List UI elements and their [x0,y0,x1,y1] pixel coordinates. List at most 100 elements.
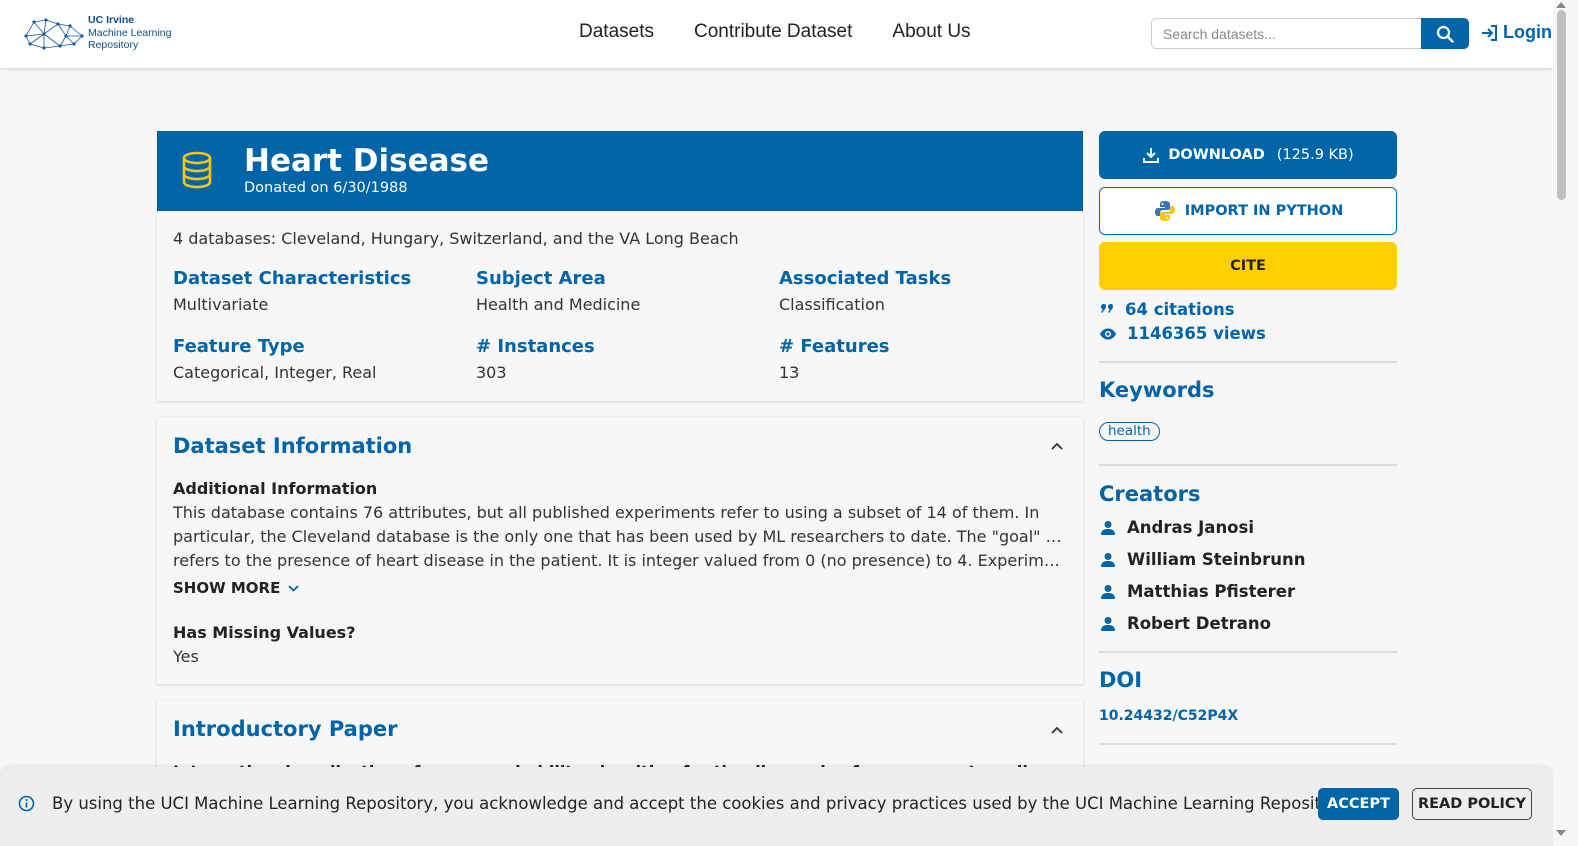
logo-line-1: UC Irvine [88,14,135,26]
info-line-1: This database contains 76 attributes, bu… [173,503,1040,522]
attr-label: # Features [779,336,890,357]
download-size: (125.9 KB) [1276,147,1354,163]
logo-text: UC Irvine Machine Learning Repository [88,14,171,52]
scrollbar-thumb[interactable] [1557,10,1566,200]
accept-button[interactable]: ACCEPT [1318,788,1399,820]
views-stat: 1146365 views [1099,324,1266,343]
creator-item: Andras Janosi [1100,518,1254,537]
person-icon [1101,552,1115,567]
cookie-message: By using the UCI Machine Learning Reposi… [52,794,1351,813]
login-link[interactable]: Login [1480,22,1552,43]
attr-label: Subject Area [476,268,606,289]
attr-dataset-characteristics: Dataset Characteristics Multivariate [173,268,411,314]
info-icon [18,795,35,812]
creator-name: Andras Janosi [1127,518,1254,537]
attr-value: Categorical, Integer, Real [173,363,377,382]
donation-date: Donated on 6/30/1988 [244,180,408,196]
introductory-paper-title: Introductory Paper [173,717,398,741]
keyword-tag[interactable]: health [1099,422,1160,441]
additional-information-label: Additional Information [173,479,378,498]
quote-icon [1101,303,1113,313]
logo-line-2: Machine Learning [88,26,172,39]
main-nav: Datasets Contribute Dataset About Us [579,21,971,43]
dataset-information-card: Dataset Information Additional Informati… [157,417,1083,684]
nav-contribute-dataset[interactable]: Contribute Dataset [694,21,852,43]
dataset-information-title: Dataset Information [173,434,413,458]
scroll-down-arrow-icon[interactable] [1556,830,1566,836]
import-in-python-button[interactable]: IMPORT IN PYTHON [1099,187,1397,235]
dataset-description: 4 databases: Cleveland, Hungary, Switzer… [173,229,739,248]
person-icon [1101,584,1115,599]
creator-item: William Steinbrunn [1100,550,1305,569]
attr-label: Associated Tasks [779,268,952,289]
chevron-down-icon [288,584,299,592]
creator-item: Robert Detrano [1100,614,1271,633]
read-policy-button[interactable]: READ POLICY [1412,788,1532,820]
views-count: 1146365 views [1127,324,1266,343]
import-label: IMPORT IN PYTHON [1184,203,1344,219]
search-icon [1436,25,1454,43]
info-line-2: particular, the Cleveland database is th… [173,527,1066,546]
login-label: Login [1503,22,1552,42]
chevron-up-icon[interactable] [1051,442,1063,450]
attr-value: Multivariate [173,295,269,314]
sidebar-divider [1099,743,1397,745]
nav-about-us[interactable]: About Us [892,21,970,43]
show-more-button[interactable]: SHOW MORE [173,579,299,597]
network-logo-icon [24,18,84,50]
show-more-label: SHOW MORE [173,579,281,597]
doi-title: DOI [1099,668,1143,692]
search-button[interactable] [1421,18,1469,49]
person-icon [1101,520,1115,535]
logo-line-3: Repository [88,39,139,51]
attr-associated-tasks: Associated Tasks Classification [779,268,951,314]
person-icon [1101,616,1115,631]
attr-instances: # Instances 303 [476,336,595,382]
login-icon [1482,24,1497,41]
citations-stat[interactable]: 64 citations [1099,300,1235,319]
missing-values-label: Has Missing Values? [173,623,356,642]
chevron-up-icon[interactable] [1051,726,1063,734]
attr-label: Dataset Characteristics [173,268,412,289]
additional-information-text: This database contains 76 attributes, bu… [173,501,1066,573]
dataset-title-banner: Heart Disease Donated on 6/30/1988 [157,131,1083,211]
sidebar-divider [1099,361,1397,363]
cite-label: CITE [1230,258,1266,274]
cookie-banner: By using the UCI Machine Learning Reposi… [0,767,1553,846]
python-icon [1154,201,1175,221]
attr-label: Feature Type [173,336,305,357]
keywords-title: Keywords [1099,378,1215,402]
download-label: DOWNLOAD [1168,147,1265,163]
uci-logo[interactable]: UC Irvine Machine Learning Repository [24,14,184,54]
download-button[interactable]: DOWNLOAD (125.9 KB) [1099,131,1397,179]
attr-label: # Instances [476,336,595,357]
creator-name: Matthias Pfisterer [1127,582,1296,601]
download-icon [1143,148,1160,163]
database-icon [182,151,212,189]
dataset-title: Heart Disease [244,143,490,179]
cite-button[interactable]: CITE [1099,242,1397,290]
top-navbar: UC Irvine Machine Learning Repository Da… [0,0,1553,68]
attr-value: 303 [476,363,507,382]
attr-feature-type: Feature Type Categorical, Integer, Real [173,336,377,382]
doi-link[interactable]: 10.24432/C52P4X [1099,708,1238,724]
sidebar-divider [1099,651,1397,653]
eye-icon [1100,328,1116,339]
sidebar-divider [1099,464,1397,466]
info-line-3: refers to the presence of heart disease … [173,551,1066,570]
dataset-summary-card: 4 databases: Cleveland, Hungary, Switzer… [157,211,1083,401]
attr-value: Classification [779,295,885,314]
attr-value: 13 [779,363,800,382]
scroll-up-arrow-icon[interactable] [1556,2,1566,8]
citations-count: 64 citations [1125,300,1235,319]
creator-name: William Steinbrunn [1127,550,1306,569]
creator-item: Matthias Pfisterer [1100,582,1295,601]
attr-subject-area: Subject Area Health and Medicine [476,268,640,314]
nav-datasets[interactable]: Datasets [579,21,654,43]
missing-values-value: Yes [173,647,199,666]
creator-name: Robert Detrano [1127,614,1271,633]
attr-features: # Features 13 [779,336,890,382]
attr-value: Health and Medicine [476,295,641,314]
creators-title: Creators [1099,482,1201,506]
search-input[interactable] [1151,18,1423,49]
